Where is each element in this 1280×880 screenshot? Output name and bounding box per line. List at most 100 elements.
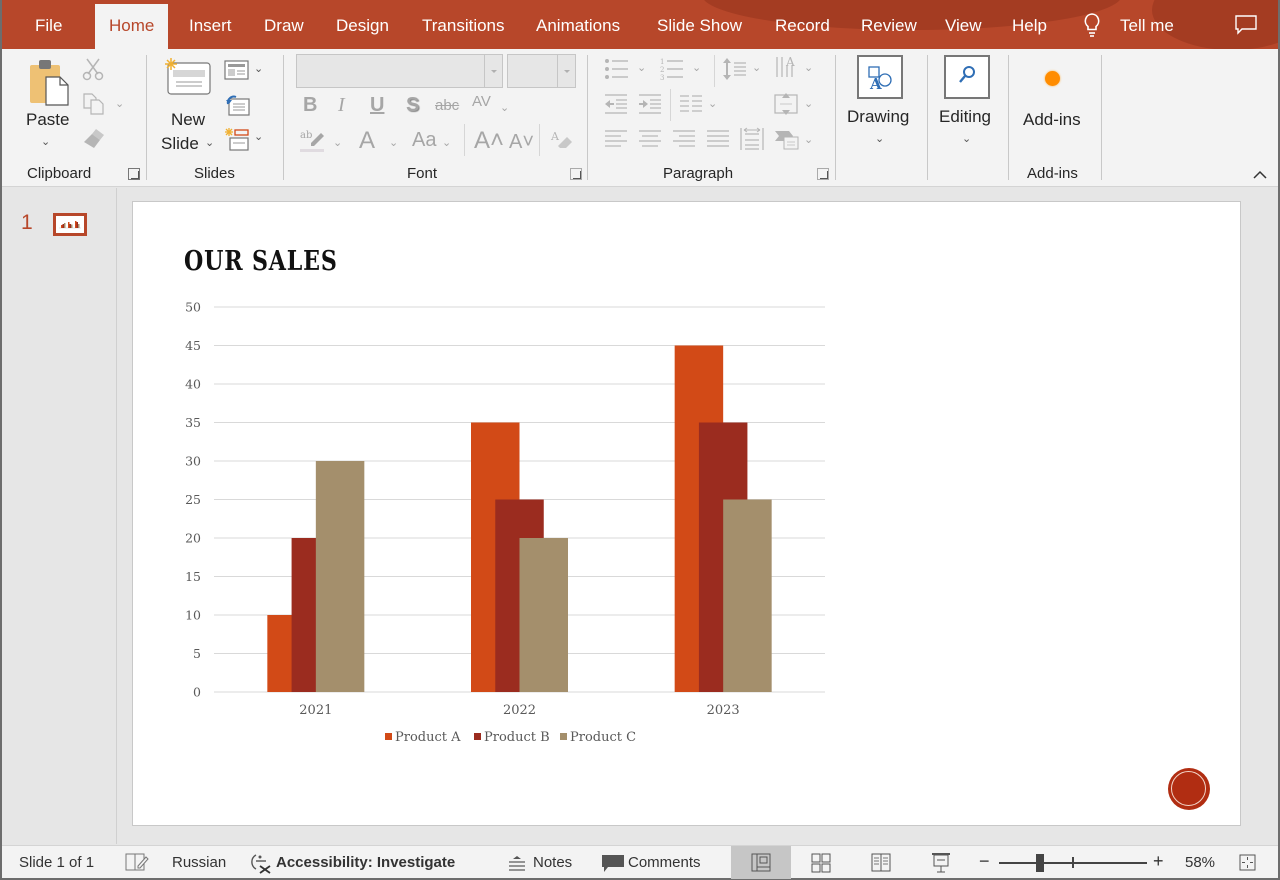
change-case-chevron-icon[interactable]: ⌄ [442, 136, 451, 149]
new-slide-icon[interactable] [164, 58, 212, 96]
slide-count-status[interactable]: Slide 1 of 1 [19, 854, 94, 871]
zoom-in-button[interactable]: + [1153, 851, 1164, 872]
font-color-chevron-icon[interactable]: ⌄ [389, 136, 398, 149]
language-status[interactable]: Russian [172, 854, 226, 871]
copy-icon[interactable] [82, 92, 106, 116]
decrease-font-size-icon[interactable]: A˅ [509, 131, 534, 154]
strikethrough-icon[interactable]: abc [435, 97, 459, 114]
editing-chevron-icon[interactable]: ⌄ [962, 132, 971, 145]
italic-icon[interactable]: I [338, 94, 345, 117]
section-icon[interactable] [224, 127, 250, 151]
reading-view-icon[interactable] [871, 853, 891, 873]
text-shadow-icon[interactable]: S [406, 94, 419, 117]
paste-icon[interactable] [28, 57, 72, 107]
format-painter-icon[interactable] [82, 127, 106, 149]
line-spacing-icon[interactable] [722, 57, 748, 81]
columns-icon[interactable] [679, 93, 703, 115]
sales-chart[interactable]: 0 5 10 15 20 25 30 35 40 45 50 2021 2022 2023 Produc… [133, 202, 1242, 827]
distributed-icon[interactable] [740, 127, 764, 151]
drawing-chevron-icon[interactable]: ⌄ [875, 132, 884, 145]
comments-button[interactable]: Comments [628, 854, 701, 871]
clear-formatting-icon[interactable]: A [550, 129, 574, 151]
tab-review[interactable]: Review [861, 4, 917, 49]
tab-home[interactable]: Home [95, 4, 169, 49]
character-spacing-icon[interactable]: AV [472, 93, 491, 110]
font-size-chevron-icon[interactable] [557, 55, 575, 87]
slide-canvas[interactable]: OUR SALES 0 5 10 15 20 25 30 35 40 45 50 2021 2022 2… [132, 201, 1241, 826]
accessibility-status[interactable]: Accessibility: Investigate [276, 854, 455, 871]
paragraph-dialog-launcher-icon[interactable] [817, 168, 829, 180]
layout-icon[interactable] [224, 60, 250, 80]
increase-indent-icon[interactable] [638, 93, 662, 115]
tab-insert[interactable]: Insert [189, 4, 232, 49]
clipboard-dialog-launcher-icon[interactable] [128, 168, 140, 180]
tab-view[interactable]: View [945, 4, 982, 49]
align-text-icon[interactable] [774, 91, 800, 117]
tab-design[interactable]: Design [336, 4, 389, 49]
spelling-check-icon[interactable] [125, 853, 149, 872]
copy-dropdown-chevron-icon[interactable]: ⌄ [115, 97, 124, 110]
columns-chevron-icon[interactable]: ⌄ [708, 97, 717, 110]
smartart-icon[interactable] [774, 129, 800, 151]
collapse-ribbon-icon[interactable] [1253, 170, 1267, 180]
accessibility-icon[interactable] [248, 852, 272, 874]
drawing-button[interactable]: Drawing [847, 107, 909, 127]
comments-icon[interactable] [1235, 15, 1257, 35]
tab-transitions[interactable]: Transitions [422, 4, 505, 49]
font-dialog-launcher-icon[interactable] [570, 168, 582, 180]
paste-button[interactable]: Paste [26, 110, 69, 130]
tab-file[interactable]: File [35, 4, 62, 49]
font-color-icon[interactable]: A [359, 127, 375, 155]
bullets-chevron-icon[interactable]: ⌄ [637, 61, 646, 74]
text-direction-icon[interactable]: A [774, 55, 800, 81]
editing-button[interactable]: Editing [939, 107, 991, 127]
editing-search-icon[interactable] [944, 55, 990, 99]
addins-icon[interactable] [1045, 71, 1060, 86]
align-right-icon[interactable] [672, 129, 696, 149]
justify-icon[interactable] [706, 129, 730, 149]
tab-help[interactable]: Help [1012, 4, 1047, 49]
font-size-dropdown[interactable] [507, 54, 576, 88]
slide-sorter-icon[interactable] [811, 853, 831, 873]
addins-button[interactable]: Add-ins [1023, 110, 1081, 130]
tab-draw[interactable]: Draw [264, 4, 304, 49]
smartart-chevron-icon[interactable]: ⌄ [804, 133, 813, 146]
increase-font-size-icon[interactable]: A˄ [474, 127, 504, 155]
lightbulb-icon[interactable] [1082, 12, 1102, 38]
slide-thumbnail[interactable] [53, 213, 87, 236]
zoom-out-button[interactable]: − [979, 851, 990, 872]
bold-icon[interactable]: B [303, 94, 317, 117]
text-direction-chevron-icon[interactable]: ⌄ [804, 61, 813, 74]
highlight-icon[interactable]: ab [299, 127, 327, 153]
cut-icon[interactable] [82, 57, 104, 81]
comments-status-icon[interactable] [601, 854, 625, 874]
notes-button[interactable]: Notes [533, 854, 572, 871]
align-center-icon[interactable] [638, 129, 662, 149]
line-spacing-chevron-icon[interactable]: ⌄ [752, 61, 761, 74]
paste-dropdown-chevron-icon[interactable]: ⌄ [41, 135, 50, 148]
font-name-dropdown[interactable] [296, 54, 503, 88]
character-spacing-chevron-icon[interactable]: ⌄ [500, 101, 509, 114]
new-slide-chevron-icon[interactable]: ⌄ [205, 136, 214, 149]
align-text-chevron-icon[interactable]: ⌄ [804, 97, 813, 110]
bullets-icon[interactable] [604, 57, 630, 81]
section-chevron-icon[interactable]: ⌄ [254, 130, 263, 143]
tell-me-search[interactable]: Tell me [1120, 4, 1174, 49]
align-left-icon[interactable] [604, 129, 628, 149]
notes-icon[interactable] [508, 855, 526, 871]
slide-show-view-icon[interactable] [931, 852, 951, 874]
highlight-chevron-icon[interactable]: ⌄ [333, 136, 342, 149]
change-case-icon[interactable]: Aa [412, 129, 436, 152]
new-slide-button-line2[interactable]: Slide [161, 134, 199, 154]
font-name-chevron-icon[interactable] [484, 55, 502, 87]
new-slide-button[interactable]: New [171, 110, 205, 130]
drawing-shapes-icon[interactable]: A [857, 55, 903, 99]
numbering-chevron-icon[interactable]: ⌄ [692, 61, 701, 74]
tab-animations[interactable]: Animations [536, 4, 620, 49]
tab-record[interactable]: Record [775, 4, 830, 49]
underline-icon[interactable]: U [370, 94, 384, 117]
tab-slide-show[interactable]: Slide Show [657, 4, 742, 49]
decrease-indent-icon[interactable] [604, 93, 628, 115]
numbering-icon[interactable]: 123 [659, 57, 685, 81]
fit-to-window-icon[interactable] [1239, 854, 1256, 871]
